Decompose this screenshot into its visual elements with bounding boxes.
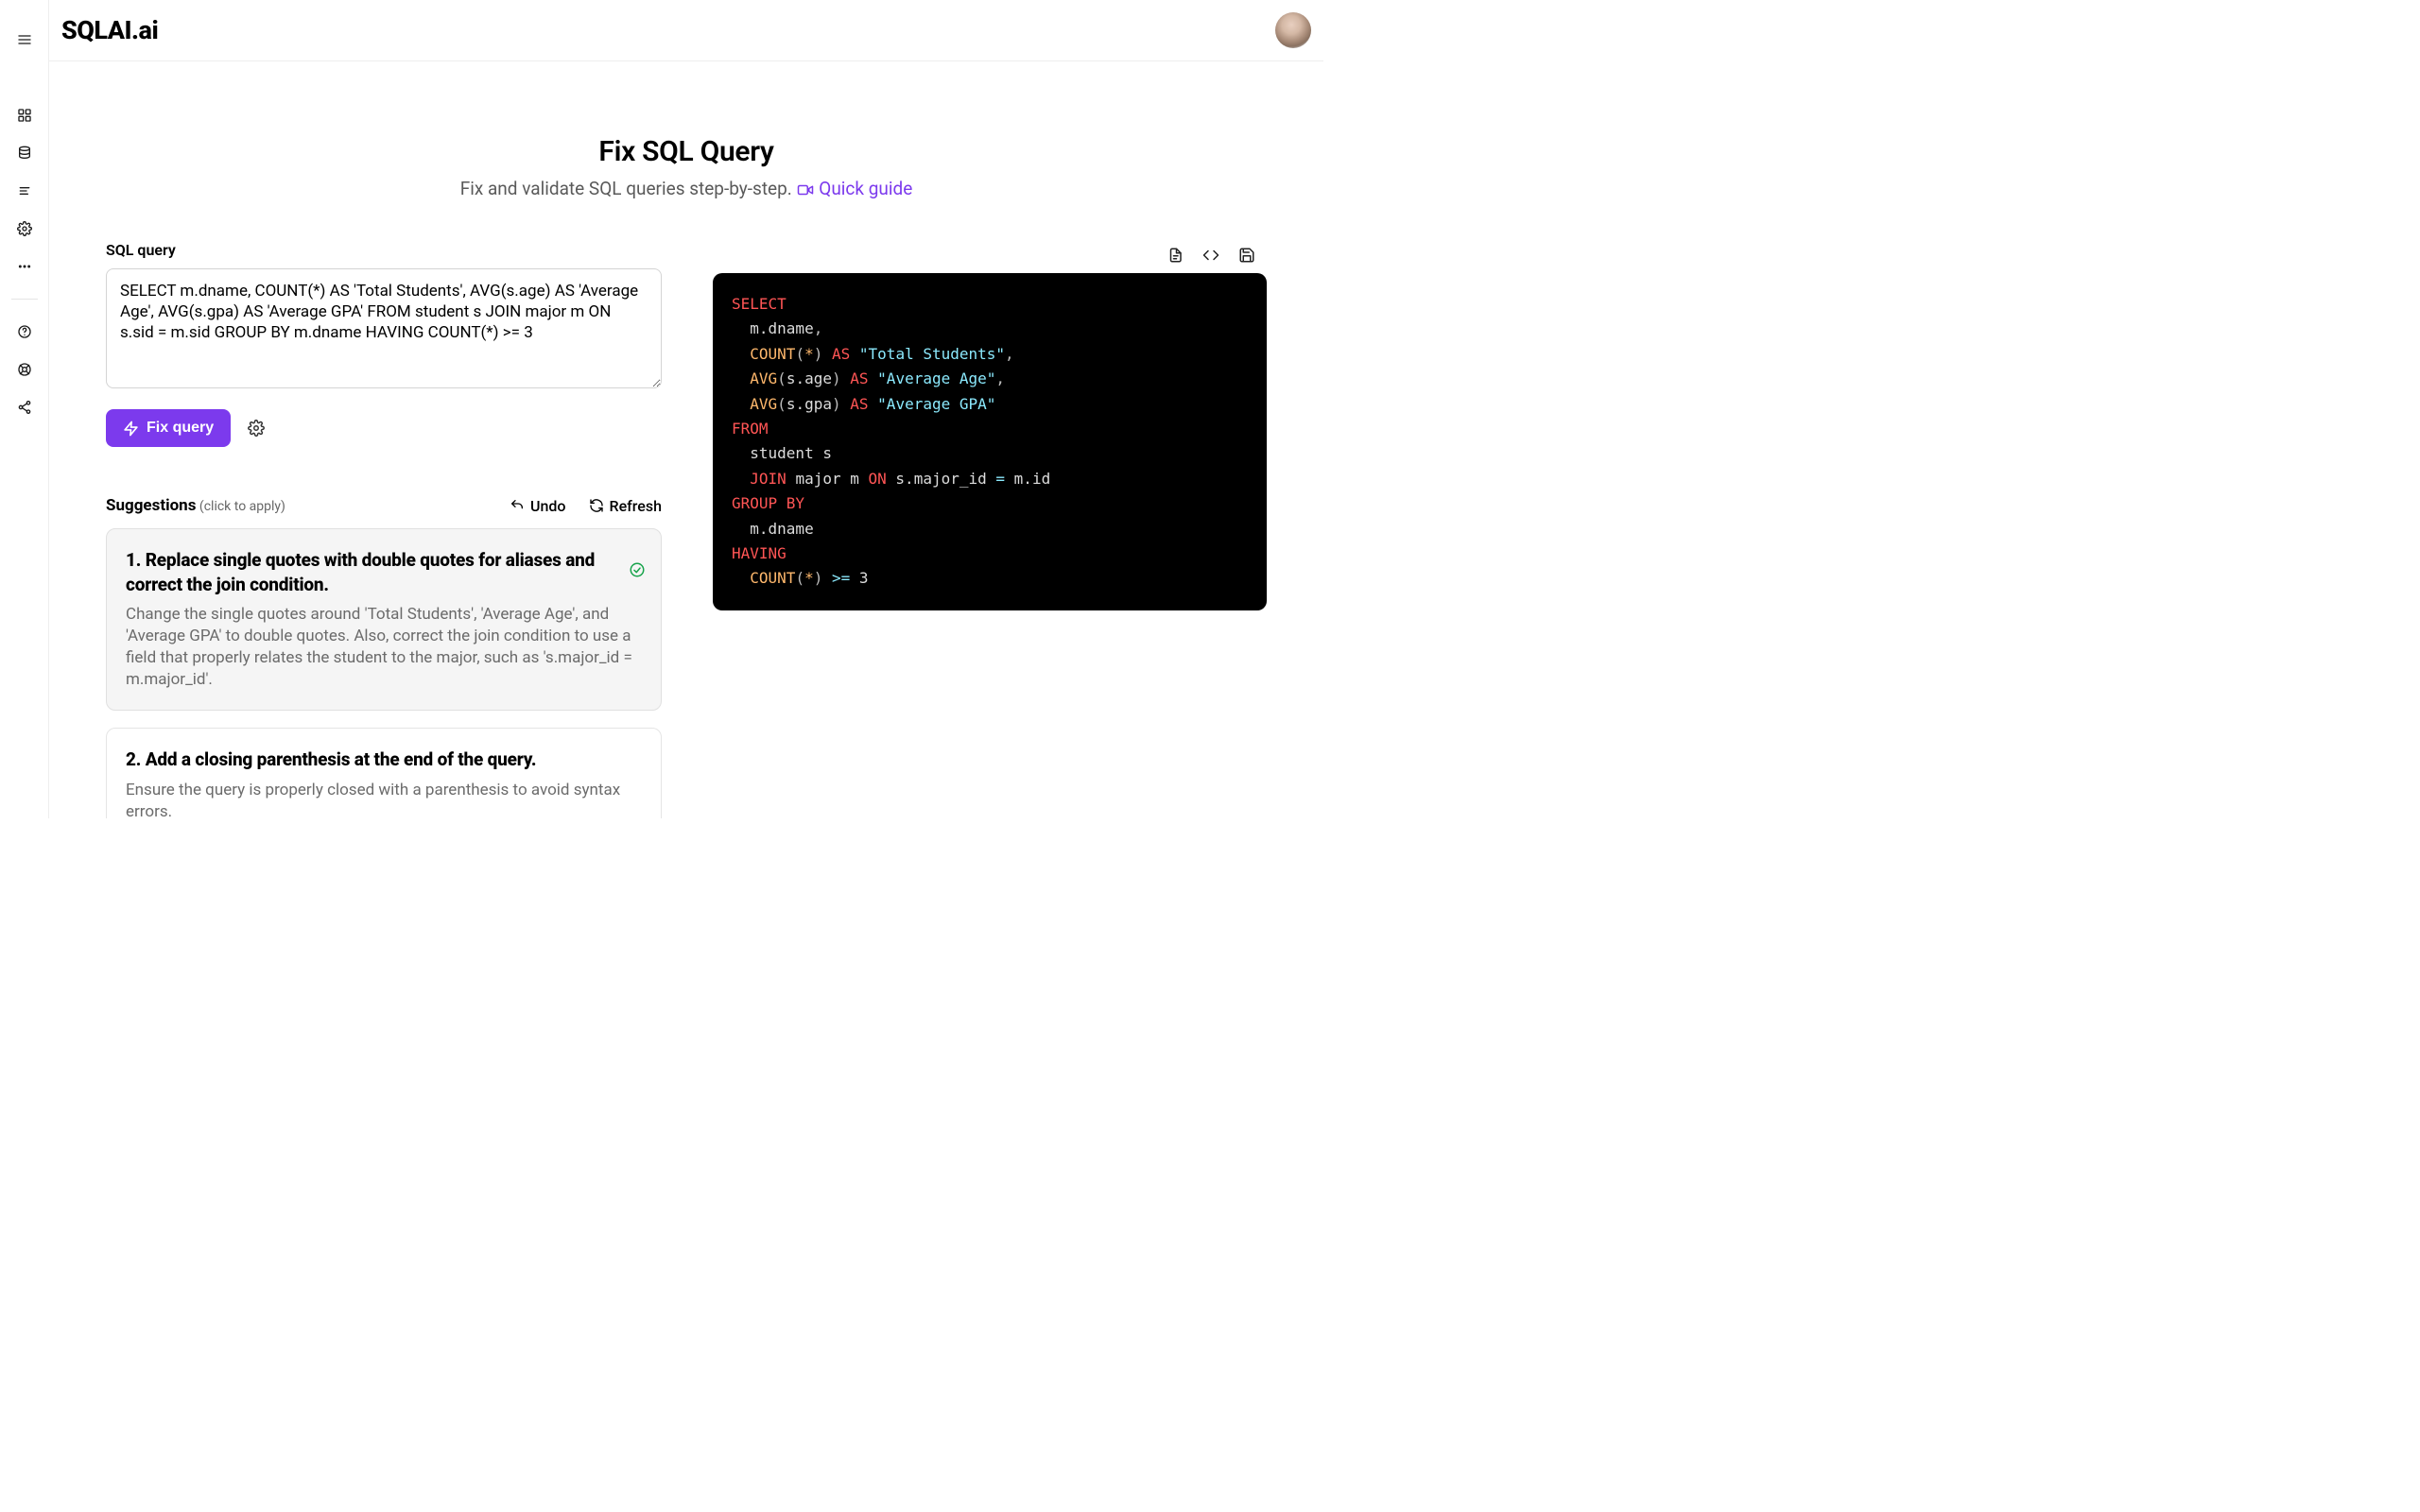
database-icon[interactable]	[8, 136, 42, 170]
output-toolbar	[713, 241, 1267, 273]
page-title: Fix SQL Query	[57, 135, 1316, 168]
brand-logo[interactable]: SQLAI.ai	[61, 15, 158, 45]
fix-query-button[interactable]: Fix query	[106, 409, 231, 447]
suggestion-card[interactable]: 1. Replace single quotes with double quo…	[106, 528, 662, 711]
menu-toggle-button[interactable]	[8, 23, 42, 57]
view-code-icon[interactable]	[1202, 247, 1219, 264]
undo-button[interactable]: Undo	[510, 497, 565, 515]
dashboard-icon[interactable]	[8, 98, 42, 132]
refresh-button[interactable]: Refresh	[589, 497, 663, 515]
suggestion-body: Ensure the query is properly closed with…	[126, 780, 642, 818]
left-sidebar	[0, 0, 49, 818]
page-subtitle: Fix and validate SQL queries step-by-ste…	[460, 178, 792, 199]
suggestion-body: Change the single quotes around 'Total S…	[126, 604, 642, 691]
quick-guide-link[interactable]: Quick guide	[819, 178, 912, 199]
output-sql-panel: SELECT m.dname, COUNT(*) AS "Total Stude…	[713, 273, 1267, 610]
suggestion-card[interactable]: 2. Add a closing parenthesis at the end …	[106, 728, 662, 818]
save-icon[interactable]	[1238, 247, 1255, 264]
check-circle-icon	[629, 561, 646, 578]
fix-query-label: Fix query	[147, 420, 214, 437]
suggestions-title: Suggestions	[106, 496, 196, 515]
suggestion-title: 1. Replace single quotes with double quo…	[126, 548, 642, 596]
query-settings-icon[interactable]	[248, 420, 265, 437]
suggestion-title: 2. Add a closing parenthesis at the end …	[126, 747, 642, 772]
page-hero: Fix SQL Query Fix and validate SQL queri…	[57, 61, 1316, 241]
sidebar-divider	[11, 299, 38, 300]
support-icon[interactable]	[8, 352, 42, 387]
sql-input[interactable]	[106, 268, 662, 388]
settings-icon[interactable]	[8, 212, 42, 246]
sql-input-label: SQL query	[106, 241, 662, 259]
topbar: SQLAI.ai	[49, 0, 1323, 61]
video-icon	[797, 183, 814, 197]
more-icon[interactable]	[8, 249, 42, 284]
copy-sql-icon[interactable]	[1167, 247, 1184, 264]
list-icon[interactable]	[8, 174, 42, 208]
share-icon[interactable]	[8, 390, 42, 424]
user-avatar[interactable]	[1275, 12, 1311, 48]
help-icon[interactable]	[8, 315, 42, 349]
